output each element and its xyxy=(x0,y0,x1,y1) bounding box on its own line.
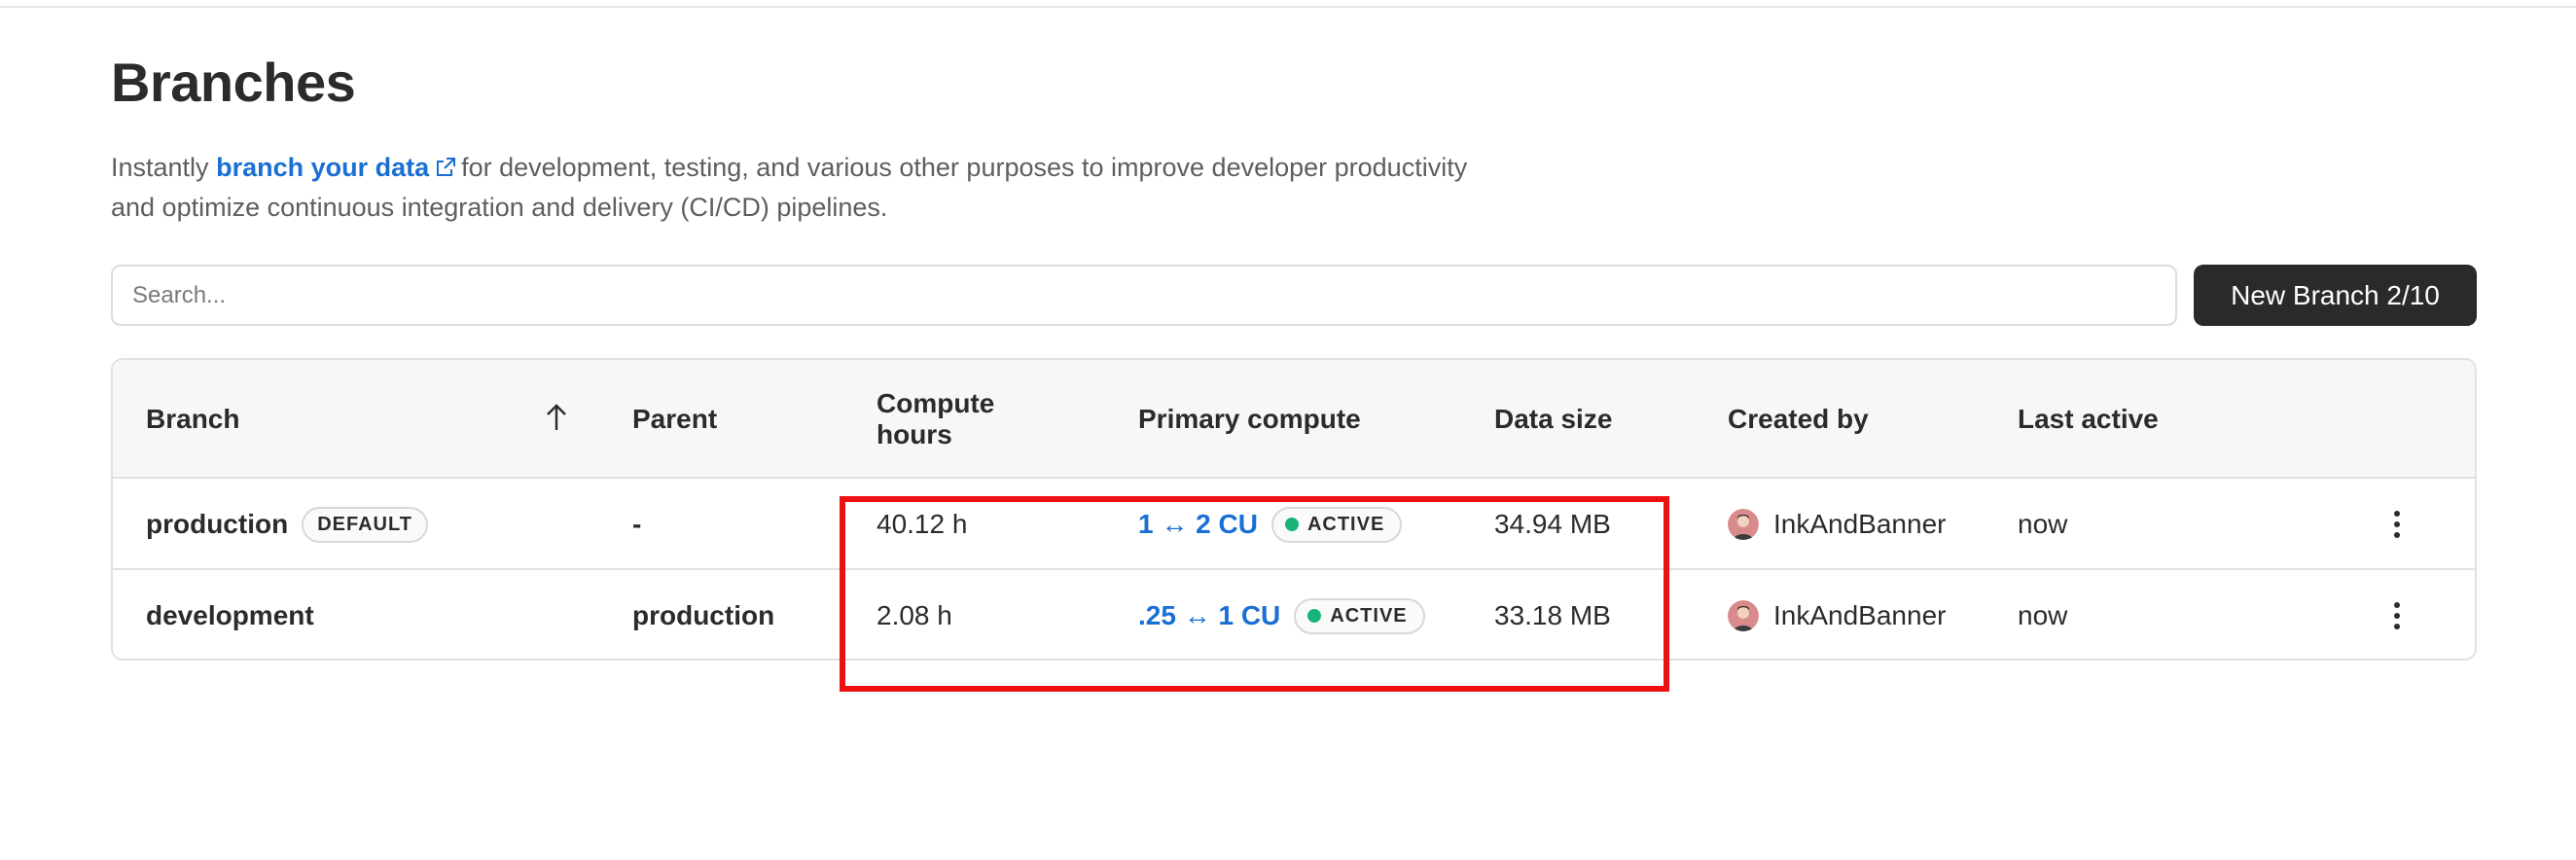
kebab-menu-icon xyxy=(2394,602,2400,629)
intro-prefix: Instantly xyxy=(111,153,209,182)
data-size-cell: 34.94 MB xyxy=(1494,509,1611,539)
compute-hours-cell: 2.08 h xyxy=(877,600,952,630)
default-badge: DEFAULT xyxy=(302,506,428,543)
branch-your-data-link[interactable]: branch your data xyxy=(216,153,461,182)
branch-cell: production DEFAULT xyxy=(146,479,428,570)
avatar xyxy=(1728,600,1759,631)
branches-table: Branch Parent Compute hours Primary comp… xyxy=(111,358,2477,661)
compute-hours-cell: 40.12 h xyxy=(877,509,968,539)
table-row[interactable]: development production 2.08 h .25 ↔ 1 CU… xyxy=(113,570,2475,659)
last-active-cell: now xyxy=(2018,509,2068,539)
primary-compute-cell: .25 ↔ 1 CU ACTIVE xyxy=(1138,570,1425,659)
row-actions-button[interactable] xyxy=(2379,479,2415,570)
avatar xyxy=(1728,509,1759,540)
status-label: ACTIVE xyxy=(1330,604,1408,627)
branch-name[interactable]: development xyxy=(146,600,314,631)
branch-name[interactable]: production xyxy=(146,509,288,540)
search-input[interactable] xyxy=(111,265,2177,326)
status-badge: ACTIVE xyxy=(1270,506,1403,543)
intro-line-2: and optimize continuous integration and … xyxy=(111,193,888,222)
column-header-compute-hours[interactable]: Compute hours xyxy=(877,388,994,450)
compute-size-link[interactable]: .25 ↔ 1 CU xyxy=(1138,600,1280,631)
compute-hours-header-line-2: hours xyxy=(877,419,952,449)
status-badge: ACTIVE xyxy=(1294,597,1425,634)
column-header-created-by[interactable]: Created by xyxy=(1728,404,1869,435)
column-header-branch[interactable]: Branch xyxy=(146,404,239,435)
top-divider xyxy=(0,6,2576,8)
compute-hours-header-line-1: Compute xyxy=(877,388,995,418)
primary-compute-cell: 1 ↔ 2 CU ACTIVE xyxy=(1138,479,1403,570)
intro-suffix: for development, testing, and various ot… xyxy=(461,153,1468,182)
new-branch-button[interactable]: New Branch 2/10 xyxy=(2194,265,2477,326)
external-link-icon xyxy=(437,158,456,176)
page-title: Branches xyxy=(111,52,356,113)
status-label: ACTIVE xyxy=(1306,513,1385,535)
branch-your-data-link-label: branch your data xyxy=(216,153,430,182)
parent-cell: - xyxy=(632,509,642,539)
page-description: Instantly branch your data for developmen… xyxy=(111,148,1667,228)
parent-cell[interactable]: production xyxy=(632,570,774,659)
kebab-menu-icon xyxy=(2394,511,2400,538)
creator-name: InkAndBanner xyxy=(1773,600,1947,630)
column-header-primary-compute[interactable]: Primary compute xyxy=(1138,404,1361,435)
row-actions-button[interactable] xyxy=(2379,570,2415,659)
column-header-data-size[interactable]: Data size xyxy=(1494,404,1612,435)
last-active-cell: now xyxy=(2018,600,2068,630)
created-by-cell: InkAndBanner xyxy=(1728,570,1947,659)
creator-name: InkAndBanner xyxy=(1773,509,1947,539)
status-dot xyxy=(1284,518,1299,531)
column-header-parent[interactable]: Parent xyxy=(632,404,717,435)
compute-size-link[interactable]: 1 ↔ 2 CU xyxy=(1138,509,1258,540)
data-size-cell: 33.18 MB xyxy=(1494,600,1611,630)
arrow-up-icon[interactable] xyxy=(545,403,568,432)
table-row[interactable]: production DEFAULT - 40.12 h 1 ↔ 2 CU AC… xyxy=(113,479,2475,570)
table-header: Branch Parent Compute hours Primary comp… xyxy=(113,360,2475,479)
branch-cell: development xyxy=(146,570,314,659)
column-header-last-active[interactable]: Last active xyxy=(2018,404,2159,435)
created-by-cell: InkAndBanner xyxy=(1728,479,1946,570)
status-dot xyxy=(1307,609,1322,623)
